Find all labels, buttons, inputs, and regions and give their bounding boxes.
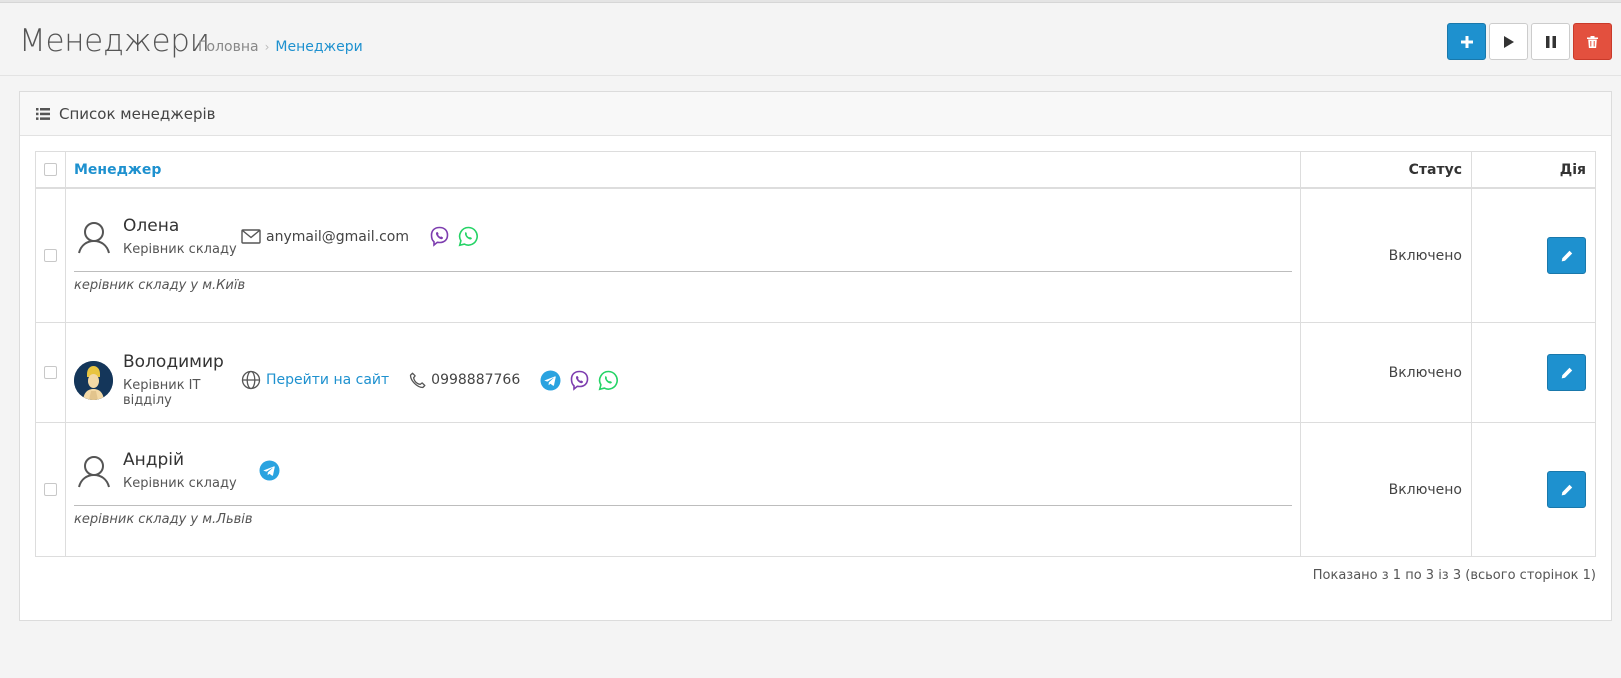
edit-button[interactable] (1547, 237, 1586, 274)
pause-icon (1545, 35, 1556, 48)
avatar-placeholder-icon (74, 217, 113, 256)
email-text: anymail@gmail.com (266, 228, 409, 245)
panel-title: Список менеджерів (59, 104, 216, 123)
manager-note: керівник складу у м.Київ (74, 278, 246, 293)
status-column-header: Статус (1301, 152, 1472, 187)
panel-heading: Список менеджерів (20, 92, 1611, 136)
whatsapp-icon[interactable] (458, 226, 479, 247)
list-icon (36, 107, 50, 120)
edit-button[interactable] (1547, 471, 1586, 508)
pencil-icon (1561, 484, 1572, 495)
phone-text: 0998887766 (431, 372, 521, 388)
table-row: Андрій Керівник складу керівник складу у… (36, 423, 1595, 556)
manager-position: Керівник складу (123, 476, 237, 491)
phone-contact[interactable]: 0998887766 (409, 372, 520, 389)
email-contact[interactable]: anymail@gmail.com (241, 229, 409, 245)
manager-name: Володимир (123, 352, 224, 372)
row-checkbox[interactable] (44, 249, 57, 262)
select-all-cell (36, 152, 66, 187)
avatar-photo (74, 360, 113, 400)
page-title: Менеджери (19, 23, 210, 59)
manager-note: керівник складу у м.Львів (74, 512, 253, 527)
row-select-cell (36, 189, 66, 322)
managers-panel: Список менеджерів Менеджер Статус Дія Ол… (19, 91, 1612, 621)
globe-icon (241, 370, 261, 390)
telegram-icon[interactable] (259, 460, 280, 481)
plus-icon (1460, 35, 1473, 48)
sort-by-manager-link[interactable]: Менеджер (74, 162, 161, 178)
note-divider (74, 271, 1292, 272)
breadcrumb-current-link[interactable]: Менеджери (275, 39, 362, 55)
avatar-placeholder-icon (74, 451, 113, 490)
pencil-icon (1561, 367, 1572, 378)
manager-name-block: Володимир Керівник IT відділу (123, 352, 241, 408)
manager-cell: Олена Керівник складу anymail@gmail.com … (66, 189, 1301, 322)
manager-cell: Володимир Керівник IT відділу Перейти на… (66, 323, 1301, 422)
action-cell (1472, 323, 1595, 422)
play-icon (1503, 35, 1514, 48)
manager-cell: Андрій Керівник складу керівник складу у… (66, 423, 1301, 556)
action-column-header: Дія (1559, 161, 1586, 178)
manager-name-block: Андрій Керівник складу (123, 450, 241, 491)
disable-button[interactable] (1531, 23, 1570, 60)
manager-column-header: Менеджер (66, 152, 1301, 187)
phone-icon (410, 372, 426, 388)
pencil-icon (1561, 250, 1572, 261)
website-link[interactable]: Перейти на сайт (266, 372, 389, 388)
messengers (540, 370, 619, 391)
viber-icon[interactable] (429, 226, 450, 247)
telegram-icon[interactable] (540, 370, 561, 391)
row-select-cell (36, 423, 66, 556)
manager-header: Андрій Керівник складу (66, 450, 280, 491)
manager-header: Олена Керівник складу anymail@gmail.com (66, 216, 479, 257)
table-row: Володимир Керівник IT відділу Перейти на… (36, 323, 1595, 423)
manager-name: Андрій (123, 450, 185, 470)
manager-header: Володимир Керівник IT відділу Перейти на… (66, 352, 619, 408)
action-cell (1472, 189, 1595, 322)
breadcrumb: Головна › Менеджери (198, 39, 363, 55)
status-cell: Включено (1301, 423, 1472, 556)
enable-button[interactable] (1489, 23, 1528, 60)
add-button[interactable] (1447, 23, 1486, 60)
row-select-cell (36, 323, 66, 422)
messengers (429, 226, 479, 247)
breadcrumb-home-link[interactable]: Головна (198, 39, 259, 55)
mail-icon (241, 229, 261, 244)
manager-position: Керівник IT відділу (123, 378, 201, 408)
manager-name-block: Олена Керівник складу (123, 216, 241, 257)
breadcrumb-separator-icon: › (264, 40, 270, 54)
toolbar (1447, 23, 1612, 60)
row-checkbox[interactable] (44, 483, 57, 496)
table-header: Менеджер Статус Дія (36, 152, 1595, 189)
website-contact[interactable]: Перейти на сайт (241, 370, 389, 390)
row-checkbox[interactable] (44, 366, 57, 379)
manager-position: Керівник складу (123, 242, 237, 257)
select-all-checkbox[interactable] (44, 163, 57, 176)
messengers (259, 460, 280, 481)
whatsapp-icon[interactable] (598, 370, 619, 391)
edit-button[interactable] (1547, 354, 1586, 391)
manager-name: Олена (123, 216, 180, 236)
delete-button[interactable] (1573, 23, 1612, 60)
trash-icon (1587, 35, 1598, 48)
action-cell (1472, 423, 1595, 556)
status-cell: Включено (1301, 189, 1472, 322)
table-row: Олена Керівник складу anymail@gmail.com … (36, 189, 1595, 323)
status-cell: Включено (1301, 323, 1472, 422)
note-divider (74, 505, 1292, 506)
managers-table: Менеджер Статус Дія Олена Керівник склад… (35, 151, 1596, 557)
pagination-info: Показано з 1 по 3 із 3 (всього сторінок … (1312, 568, 1596, 583)
viber-icon[interactable] (569, 370, 590, 391)
page-header: Менеджери Головна › Менеджери (0, 3, 1621, 76)
